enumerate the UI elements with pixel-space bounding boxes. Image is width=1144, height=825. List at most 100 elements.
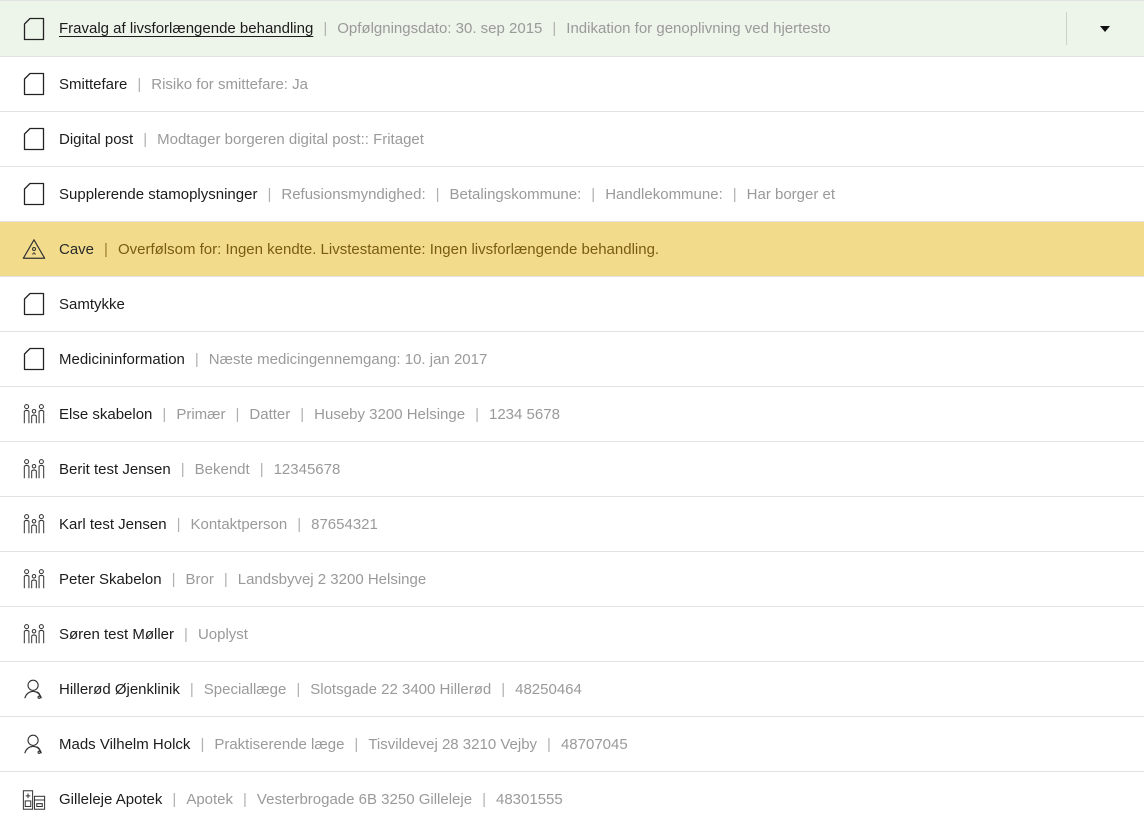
separator: | (591, 185, 596, 203)
item-detail: 48250464 (515, 680, 582, 698)
document-icon (22, 127, 46, 151)
item-detail: 87654321 (311, 515, 378, 533)
separator: | (547, 735, 551, 753)
separator: | (300, 405, 305, 423)
separator: | (189, 680, 194, 698)
list-item[interactable]: Hillerød Øjenklinik | Speciallæge | Slotsgad… (0, 662, 1144, 717)
separator: | (223, 570, 228, 588)
item-title: Peter Skabelon (59, 570, 162, 588)
separator: | (180, 460, 185, 478)
expand-dropdown-button[interactable] (1066, 1, 1144, 56)
item-title: Hillerød Øjenklinik (59, 680, 180, 698)
list-item[interactable]: Berit test Jensen | Bekendt | 12345678 (0, 442, 1144, 497)
list-item[interactable]: Smittefare | Risiko for smittefare: Ja (0, 57, 1144, 112)
list-item[interactable]: Peter Skabelon | Bror | Landsbyvej 2 3200 He… (0, 552, 1144, 607)
list-item[interactable]: Supplerende stamoplysninger | Refusionsmyn… (0, 167, 1144, 222)
list-item[interactable]: Medicininformation | Næste medicingennemga… (0, 332, 1144, 387)
separator: | (176, 515, 181, 533)
separator: | (200, 735, 205, 753)
item-detail: Primær (176, 405, 226, 423)
cave-row[interactable]: Cave | Overfølsom for: Ingen kendte. Livst… (0, 222, 1144, 277)
item-detail: Overfølsom for: Ingen kendte. Livstestam… (117, 240, 660, 258)
separator: | (267, 185, 272, 203)
separator: | (194, 350, 199, 368)
separator: | (552, 20, 557, 37)
list-item[interactable]: Digital post | Modtager borgeren digital p… (0, 112, 1144, 167)
doctor-icon (22, 732, 46, 756)
separator: | (235, 405, 240, 423)
warning-triangle-icon (22, 237, 46, 261)
separator: | (296, 680, 301, 698)
document-icon (22, 72, 46, 96)
item-detail: Betalingskommune: (449, 185, 582, 203)
item-detail: 1234 5678 (489, 405, 560, 423)
people-icon (22, 402, 46, 426)
list-item[interactable]: Samtykke (0, 277, 1144, 332)
item-title: Supplerende stamoplysninger (59, 185, 258, 203)
list-item[interactable]: Karl test Jensen | Kontaktperson | 87654321 (0, 497, 1144, 552)
item-detail: Huseby 3200 Helsinge (314, 405, 466, 423)
item-detail: Bror (185, 570, 214, 588)
item-title: Mads Vilhelm Holck (59, 735, 191, 753)
separator: | (354, 735, 359, 753)
item-detail: Modtager borgeren digital post:: Fritage… (157, 130, 424, 148)
list-item[interactable]: Gilleleje Apotek | Apotek | Vesterbrogade 6B… (0, 772, 1144, 825)
item-title: Cave (59, 240, 95, 258)
separator: | (162, 405, 167, 423)
document-icon (22, 182, 46, 206)
item-detail: Refusionsmyndighed: (281, 185, 426, 203)
document-icon (22, 347, 46, 371)
separator: | (184, 625, 188, 643)
item-detail: 48707045 (560, 735, 628, 753)
item-detail: Indikation for genoplivning ved hjertest… (566, 20, 831, 37)
item-detail: Bekendt (194, 460, 250, 478)
separator: | (435, 185, 440, 203)
people-icon (22, 567, 46, 591)
item-title[interactable]: Fravalg af livsforlængende behandling (59, 20, 313, 37)
overview-list: Fravalg af livsforlængende behandling | Op… (0, 0, 1144, 825)
item-title: Smittefare (59, 75, 128, 93)
text-fade (1036, 1, 1066, 56)
people-icon (22, 622, 46, 646)
item-title: Berit test Jensen (59, 460, 171, 478)
list-item[interactable]: Else skabelon | Primær | Datter | Huseby 3200 … (0, 387, 1144, 442)
document-icon (22, 292, 46, 316)
item-title: Gilleleje Apotek (59, 791, 163, 808)
item-detail: Uoplyst (197, 625, 248, 643)
list-item[interactable]: Fravalg af livsforlængende behandling | Op… (0, 0, 1144, 57)
item-detail: Risiko for smittefare: Ja (151, 75, 308, 93)
item-detail: 48301555 (495, 791, 563, 808)
item-detail: Næste medicingennemgang: 10. jan 2017 (208, 350, 488, 368)
item-detail: Landsbyvej 2 3200 Helsinge (237, 570, 427, 588)
item-detail: Handlekommune: (605, 185, 723, 203)
separator: | (323, 20, 328, 37)
chevron-down-icon (1100, 25, 1110, 32)
item-title: Karl test Jensen (59, 515, 167, 533)
item-title: Samtykke (59, 295, 125, 313)
item-detail: Slotsgade 22 3400 Hillerød (310, 680, 492, 698)
document-icon (22, 17, 46, 41)
pharmacy-icon (22, 788, 46, 812)
item-detail: Speciallæge (203, 680, 287, 698)
list-item[interactable]: Søren test Møller | Uoplyst (0, 607, 1144, 662)
separator: | (482, 791, 486, 808)
separator: | (143, 130, 148, 148)
doctor-icon (22, 677, 46, 701)
item-detail: Har borger et (746, 185, 836, 203)
item-detail: Apotek (186, 791, 234, 808)
item-detail: Tisvildevej 28 3210 Vejby (368, 735, 538, 753)
item-detail: Datter (249, 405, 291, 423)
separator: | (297, 515, 302, 533)
separator: | (172, 791, 177, 808)
separator: | (104, 240, 108, 258)
separator: | (732, 185, 737, 203)
item-title: Medicininformation (59, 350, 185, 368)
item-detail: Opfølgningsdato: 30. sep 2015 (337, 20, 543, 37)
separator: | (243, 791, 247, 808)
separator: | (501, 680, 506, 698)
list-item[interactable]: Mads Vilhelm Holck | Praktiserende læge | Ti… (0, 717, 1144, 772)
item-title: Digital post (59, 130, 134, 148)
separator: | (137, 75, 142, 93)
item-detail: Kontaktperson (190, 515, 288, 533)
item-detail: 12345678 (273, 460, 341, 478)
